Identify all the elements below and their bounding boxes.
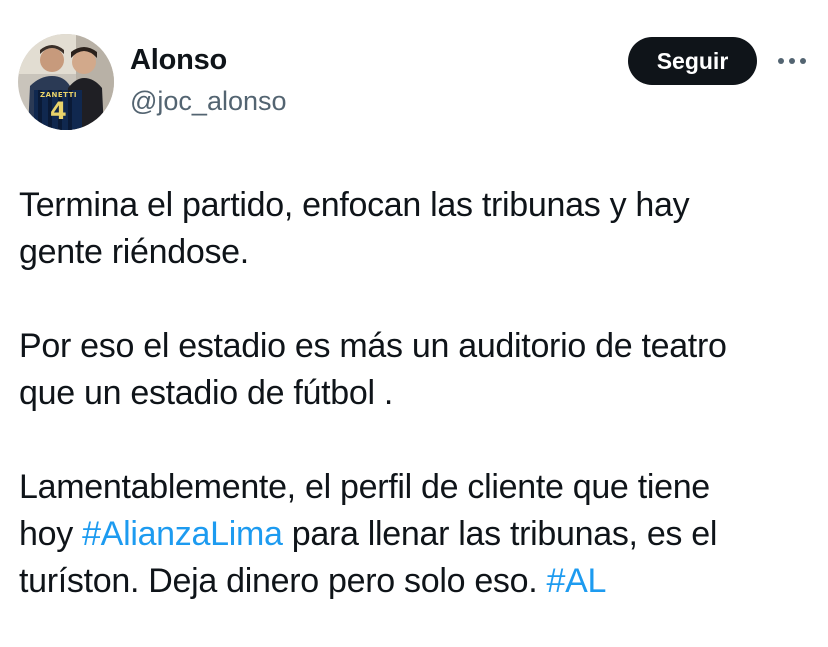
tweet-paragraph: Termina el partido, enfocan las tribunas… — [19, 186, 690, 271]
avatar-jersey-number: 4 — [50, 97, 67, 125]
more-options-icon — [778, 58, 806, 64]
author-handle[interactable]: @joc_alonso — [130, 84, 287, 118]
tweet-text: Termina el partido, enfocan las tribunas… — [19, 182, 809, 605]
author-avatar[interactable]: ZANETTI 4 — [18, 34, 114, 130]
more-options-button[interactable] — [772, 46, 812, 76]
tweet-paragraph: Por eso el estadio es más un auditorio d… — [19, 327, 727, 412]
tweet-paragraph: Lamentablemente, el perfil de cliente qu… — [19, 464, 809, 605]
follow-button[interactable]: Seguir — [628, 37, 757, 85]
hashtag-link[interactable]: #AlianzaLima — [82, 515, 283, 553]
tweet-card: ZANETTI 4 Alonso @joc_alonso Seguir Term… — [0, 0, 828, 647]
author-name[interactable]: Alonso — [130, 42, 227, 78]
hashtag-link[interactable]: #AL — [547, 562, 607, 600]
